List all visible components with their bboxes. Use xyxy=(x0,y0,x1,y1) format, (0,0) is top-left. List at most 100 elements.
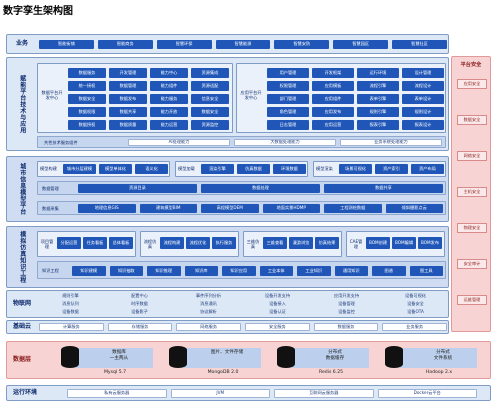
simulation-item: BOM编辑 xyxy=(392,237,416,249)
iot-item: 设备开发支持 xyxy=(264,293,291,299)
business-item: 智慧环保 xyxy=(156,40,212,49)
simulation-item: 流程优化 xyxy=(186,237,210,249)
data-platform-item: 资源集成 xyxy=(191,68,229,78)
knowledge-item: 知识推理 xyxy=(147,266,181,276)
security-item: 应用安全 xyxy=(457,79,487,89)
runtime-item: Docker云平台 xyxy=(377,389,477,398)
app-platform-item: 规则设计 xyxy=(402,107,444,117)
infra-item: 安全服务 xyxy=(245,323,310,331)
infra-item: 业务服务 xyxy=(382,323,447,331)
data-platform-item: 能力中心 xyxy=(150,68,188,78)
infra-item: 存储服务 xyxy=(107,323,173,331)
business-layer: 业务 智能街铺 智能商务 智慧环保 智慧能源 智慧安防 智慧园区 智慧社区 xyxy=(6,34,449,54)
infra-item: 数据服务 xyxy=(313,323,379,331)
common-service-item: 大数据处理能力 xyxy=(234,139,336,146)
model-item: 仿真数据 xyxy=(237,164,270,174)
data-collection-item: 高程模型DEM xyxy=(201,204,259,213)
data-layer: 数据层 数据库 一主两从 Mysql 5.7 图片、文件存储 MongoDB 2.0 分… xyxy=(6,341,491,379)
iot-item: 规则引擎 xyxy=(62,293,79,299)
data-store-caption: Mysql 5.7 xyxy=(103,370,127,375)
data-platform-item: 能力开放 xyxy=(150,107,188,117)
simulation-item: 执行服务 xyxy=(212,237,236,249)
runtime-item: 私有云服务器 xyxy=(67,389,167,398)
database-cylinder-icon xyxy=(169,346,187,368)
simulation-group-head: 流程仿真 xyxy=(143,239,157,250)
data-platform-item: 数据授权 xyxy=(68,120,106,130)
data-platform-item: 统一接权 xyxy=(68,81,106,91)
simulation-item: BOM发布 xyxy=(418,237,442,249)
database-cylinder-icon xyxy=(385,346,403,368)
data-platform-item: 数据管理 xyxy=(109,81,147,91)
knowledge-item: 知识应用 xyxy=(222,266,256,276)
app-platform-item: 日志管理 xyxy=(267,120,309,130)
database-icon xyxy=(271,346,301,372)
data-platform-item: 信息安全 xyxy=(191,94,229,104)
simulation-layer: 模拟仿真知识工程 项目管理 分配运营 任务看板 总体看板 流程仿真 流程构建 流程优化 执行服… xyxy=(6,226,449,288)
runtime-item: JVM xyxy=(170,389,270,398)
app-platform-item: 规则引擎 xyxy=(357,107,399,117)
iot-item: 应用开发支持 xyxy=(333,293,360,299)
security-item: 运维管理 xyxy=(457,295,487,305)
data-collection-label: 数据采集 xyxy=(42,206,59,211)
app-platform-item: 开发框架 xyxy=(312,68,354,78)
data-collection-item: 倾斜摄影点云 xyxy=(385,204,443,213)
knowledge-item: 知识抽取 xyxy=(109,266,143,276)
data-platform-item: 能力运营 xyxy=(150,120,188,130)
business-item: 智慧园区 xyxy=(333,40,389,49)
iot-layer: 物联网 规则引擎 配置中心 事件序列分析 设备开发支持 应用开发支持 设备可视化 消息队列 时… xyxy=(6,290,449,318)
data-collection-item: 建筑模型BIM xyxy=(139,204,197,213)
iot-item: 设备OTA xyxy=(407,309,424,315)
database-icon xyxy=(379,346,409,372)
data-store-caption: Redis 6.25 xyxy=(318,370,344,375)
data-platform-item: 数据安全 xyxy=(191,107,229,117)
data-store-caption: Hadoop 2.x xyxy=(425,370,453,375)
model-layer-label: 城市信息模型平台 xyxy=(18,163,26,215)
infra-item: 计算服务 xyxy=(39,323,104,331)
app-platform-item: 应用组件 xyxy=(312,94,354,104)
data-management-label: 数据管理 xyxy=(42,186,59,191)
app-platform-item: 权限管理 xyxy=(267,81,309,91)
knowledge-item: 通用知识 xyxy=(334,266,368,276)
data-platform-item: 数据发布 xyxy=(109,94,147,104)
data-platform-item: 资源监控 xyxy=(191,120,229,130)
app-platform-item: 表单引擎 xyxy=(357,94,399,104)
app-platform-item: 应用运营 xyxy=(312,120,354,130)
app-platform-item: 流程设计 xyxy=(402,81,444,91)
simulation-group-head: 三维仿真 xyxy=(246,239,260,250)
simulation-item: 三维查看 xyxy=(263,237,287,249)
security-item: 数据安全 xyxy=(457,115,487,125)
data-platform-item: 能力组件 xyxy=(150,81,188,91)
model-layer: 城市信息模型平台 模型构建 城市分层建模 模型单体化 语义化 模型加载 渲染引擎 仿真数据环… xyxy=(6,156,449,222)
knowledge-band: 知识工程 知识建模 知识抽取 知识推理 知识库 知识应用 工业本体 工业知识 通用知识 图谱 图工… xyxy=(37,261,446,279)
iot-item: 配置中心 xyxy=(131,293,148,299)
app-platform-item: 角色管理 xyxy=(267,107,309,117)
business-item: 智慧能源 xyxy=(215,40,271,49)
app-platform-item: 运行环境 xyxy=(357,68,399,78)
model-group-head: 模型渲染 xyxy=(316,166,333,171)
business-item: 智慧安防 xyxy=(274,40,330,49)
model-group-head: 模型构建 xyxy=(40,166,57,171)
iot-item: 设备可视化 xyxy=(405,293,426,299)
data-management-item: 数据处理 xyxy=(201,184,320,193)
page-title: 数字孪生架构图 xyxy=(3,6,73,17)
iot-item: 设备管理 xyxy=(338,301,355,307)
simulation-item: 仿真结果 xyxy=(315,237,339,249)
common-services-label: 共性技术服务组件 xyxy=(44,140,78,145)
common-services-band: 共性技术服务组件 AI处理能力 大数据处理能力 业务系统处理能力 xyxy=(37,136,446,148)
runtime-layer-label: 运行环境 xyxy=(12,389,37,397)
business-layer-label: 业务 xyxy=(15,40,28,48)
data-collection-item: 地面实景HDMP xyxy=(262,204,320,213)
simulation-item: BOM创建 xyxy=(366,237,390,249)
iot-item: 设备影子 xyxy=(131,309,148,315)
app-platform-item: 报表设计 xyxy=(402,120,444,130)
business-item: 智慧社区 xyxy=(392,40,447,49)
knowledge-item: 知识建模 xyxy=(72,266,106,276)
data-platform-item: 能力服务 xyxy=(150,94,188,104)
model-item: 渲染引擎 xyxy=(201,164,234,174)
data-management-item: 资源目录 xyxy=(78,184,197,193)
iot-item: 事件序列分析 xyxy=(195,293,222,299)
simulation-group-head: 项目管理 xyxy=(40,239,54,250)
simulation-group-head: CAE管理 xyxy=(349,239,363,250)
data-store-title: 分布式 数据缓存 xyxy=(325,350,345,361)
security-item: 物理安全 xyxy=(457,223,487,233)
